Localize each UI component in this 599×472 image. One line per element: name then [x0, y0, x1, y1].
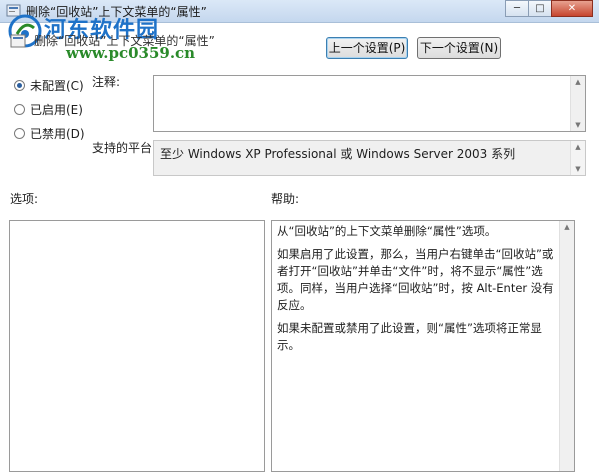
scroll-up-icon[interactable]: ▲	[560, 223, 574, 231]
comment-label: 注释:	[92, 75, 121, 89]
help-text: 从“回收站”的上下文菜单删除“属性”选项。 如果启用了此设置，那么，当用户右键单…	[277, 223, 556, 360]
platform-field: 至少 Windows XP Professional 或 Windows Ser…	[153, 140, 586, 176]
platform-scrollbar[interactable]: ▲ ▼	[570, 141, 585, 175]
close-button[interactable]: ✕	[551, 0, 593, 17]
options-label: 选项:	[10, 192, 39, 206]
comment-textarea[interactable]: ▲ ▼	[153, 75, 586, 132]
setting-name: 删除“回收站”上下文菜单的“属性”	[34, 34, 215, 48]
help-paragraph: 如果未配置或禁用了此设置，则“属性”选项将正常显示。	[277, 321, 542, 352]
scroll-up-icon[interactable]: ▲	[571, 143, 585, 151]
next-setting-button[interactable]: 下一个设置(N)	[417, 37, 501, 59]
radio-button[interactable]	[14, 104, 25, 115]
help-paragraph: 如果启用了此设置，那么，当用户右键单击“回收站”或者打开“回收站”并单击“文件”…	[277, 247, 554, 312]
radio-label: 未配置(C)	[30, 79, 84, 93]
scroll-down-icon[interactable]: ▼	[571, 165, 585, 173]
comment-scrollbar[interactable]: ▲ ▼	[570, 76, 585, 131]
radio-label: 已禁用(D)	[30, 127, 85, 141]
platform-label: 支持的平台:	[92, 141, 157, 155]
help-label: 帮助:	[271, 192, 300, 206]
window-controls: ─ □ ✕	[505, 0, 593, 17]
radio-disabled[interactable]: 已禁用(D)	[14, 125, 85, 142]
platform-value: 至少 Windows XP Professional 或 Windows Ser…	[160, 147, 516, 161]
radio-enabled[interactable]: 已启用(E)	[14, 101, 83, 118]
radio-label: 已启用(E)	[30, 103, 83, 117]
radio-button[interactable]	[14, 80, 25, 91]
help-scrollbar[interactable]: ▲	[559, 221, 574, 471]
help-pane: 从“回收站”的上下文菜单删除“属性”选项。 如果启用了此设置，那么，当用户右键单…	[271, 220, 575, 472]
radio-not-configured[interactable]: 未配置(C)	[14, 77, 84, 94]
previous-setting-button[interactable]: 上一个设置(P)	[326, 37, 408, 59]
radio-button[interactable]	[14, 128, 25, 139]
help-paragraph: 从“回收站”的上下文菜单删除“属性”选项。	[277, 224, 497, 238]
setting-icon	[10, 34, 26, 47]
scroll-up-icon[interactable]: ▲	[571, 78, 585, 86]
options-pane	[9, 220, 265, 472]
scroll-down-icon[interactable]: ▼	[571, 121, 585, 129]
maximize-button[interactable]: □	[528, 0, 552, 17]
setting-header: 删除“回收站”上下文菜单的“属性”	[10, 32, 215, 49]
minimize-button[interactable]: ─	[505, 0, 529, 17]
